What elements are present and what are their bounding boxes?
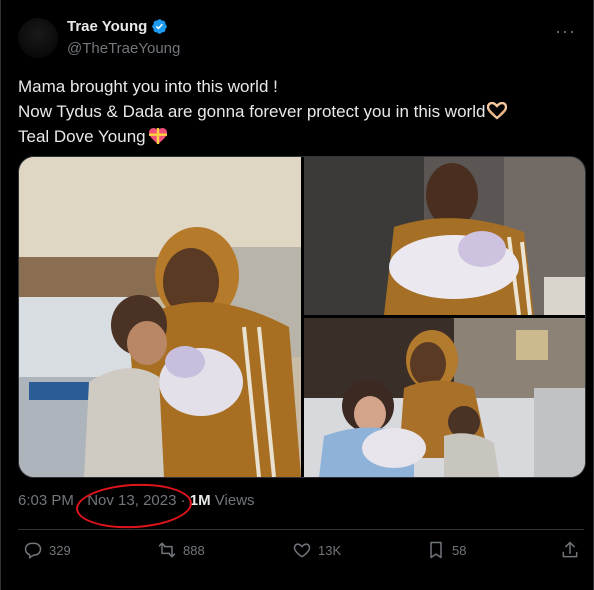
repost-button[interactable]: 888: [157, 540, 205, 560]
photo-1[interactable]: [19, 157, 301, 477]
tweet-line: Teal Dove Young: [18, 124, 578, 149]
views-label: Views: [210, 492, 255, 509]
photo-3[interactable]: [304, 318, 585, 477]
author-name[interactable]: Trae Young: [67, 18, 147, 35]
tweet-line-text: Teal Dove Young: [18, 127, 146, 146]
divider: [18, 529, 584, 530]
verified-badge-icon: [152, 19, 168, 34]
left-border: [0, 0, 1, 590]
heart-hands-emoji: [487, 102, 508, 120]
author-handle[interactable]: @TheTraeYoung: [67, 40, 180, 57]
media-grid[interactable]: [18, 156, 586, 478]
more-icon[interactable]: ···: [555, 21, 576, 42]
like-icon: [293, 543, 311, 558]
bookmark-count: 58: [452, 542, 467, 558]
tweet-line: Now Tydus & Dada are gonna forever prote…: [18, 99, 578, 124]
tweet-line-text: Now Tydus & Dada are gonna forever prote…: [18, 102, 486, 121]
reply-icon: [24, 542, 42, 559]
tweet-line-text: Mama brought you into this world !: [18, 77, 278, 96]
like-button[interactable]: 13K: [292, 540, 341, 560]
tweet-time[interactable]: 6:03 PM: [18, 492, 74, 509]
like-count: 13K: [318, 542, 342, 558]
tweet-line: Mama brought you into this world !: [18, 74, 578, 99]
tweet-text: Mama brought you into this world ! Now T…: [18, 74, 578, 149]
reply-count: 329: [49, 542, 71, 558]
bookmark-icon: [430, 541, 442, 559]
share-button[interactable]: [560, 540, 580, 560]
author-name-row[interactable]: Trae Young: [67, 18, 168, 35]
repost-count: 888: [183, 542, 205, 558]
reply-button[interactable]: 329: [23, 540, 71, 560]
heart-gift-emoji: [148, 128, 167, 144]
repost-icon: [158, 542, 176, 558]
share-icon: [562, 541, 578, 558]
action-bar: 329 888 13K 58: [0, 540, 594, 566]
bookmark-button[interactable]: 58: [426, 540, 466, 560]
views-count: 1M: [189, 492, 211, 509]
red-circle-annotation: [74, 480, 194, 532]
avatar[interactable]: [18, 18, 58, 58]
photo-2[interactable]: [304, 157, 585, 315]
